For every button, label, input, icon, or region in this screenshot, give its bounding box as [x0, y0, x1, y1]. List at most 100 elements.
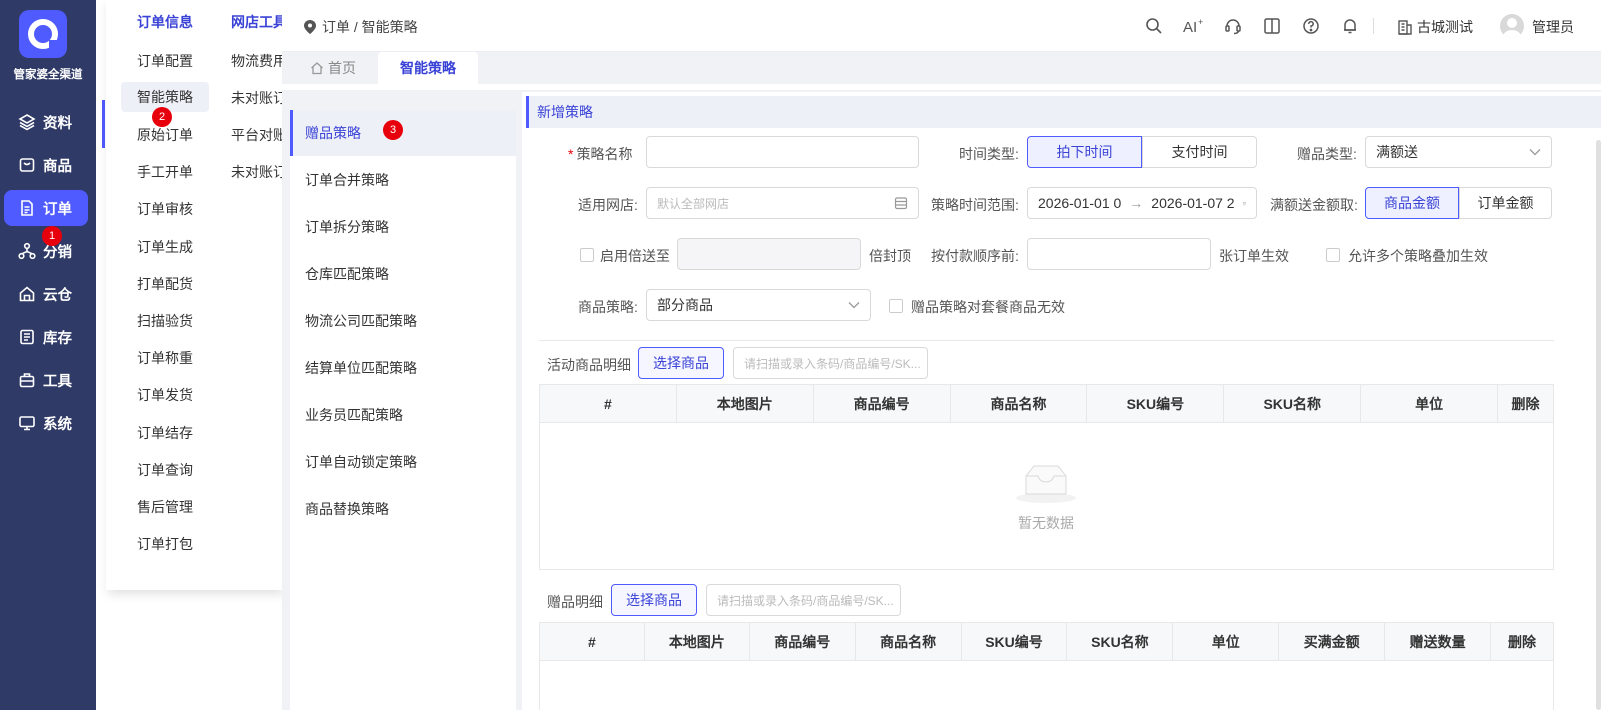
main-area: 订单 / 智能策略 AI + 古城测试 管理员 首页 智能策略 赠品策略 订单合并…: [282, 0, 1601, 710]
strategy-item[interactable]: 商品替换策略: [290, 486, 516, 532]
shop-placeholder: 默认全部网店: [657, 196, 730, 211]
amount-order[interactable]: 订单金额: [1459, 187, 1552, 219]
tab-underline: [282, 84, 1601, 90]
bell-icon[interactable]: [1341, 17, 1359, 35]
menu-item[interactable]: 订单称重: [137, 348, 193, 368]
time-type-toggle: 拍下时间 支付时间: [1027, 136, 1257, 168]
strategy-form-panel: 新增策略 * 策略名称 时间类型: 拍下时间 支付时间 赠品类型: 满额送 适用网…: [522, 92, 1601, 710]
menu-item[interactable]: 打单配货: [137, 274, 193, 294]
strategy-item[interactable]: 业务员匹配策略: [290, 392, 516, 438]
avatar[interactable]: [1500, 14, 1524, 38]
order-menu-panel: 订单信息 网店工具 订单配置 智能策略 原始订单 手工开单 订单审核 订单生成 …: [106, 0, 282, 590]
amount-source-label: 满额送金额取:: [1270, 197, 1358, 213]
gift-type-select[interactable]: 满额送: [1365, 136, 1552, 168]
multiply-input[interactable]: [677, 238, 861, 270]
support-icon[interactable]: [1224, 17, 1242, 35]
app-logo[interactable]: [19, 10, 67, 58]
menu-item[interactable]: 物流费用: [231, 51, 282, 71]
strategy-label: 物流公司匹配策略: [305, 313, 417, 329]
empty-text: 暂无数据: [1018, 515, 1074, 531]
nav-label: 商品: [43, 158, 72, 175]
book-icon[interactable]: [1263, 17, 1281, 35]
gift-select-goods-button[interactable]: 选择商品: [611, 584, 697, 616]
tab-smart-strategy[interactable]: 智能策略: [378, 52, 478, 84]
pay-order-input[interactable]: [1027, 238, 1211, 270]
date-range-arrow: →: [1129, 195, 1144, 211]
menu-item[interactable]: 订单查询: [137, 460, 193, 480]
column-header: 本地图片: [675, 384, 814, 423]
menu-item[interactable]: 订单审核: [137, 199, 193, 219]
menu-item[interactable]: 未对账订: [231, 88, 282, 108]
menu-item[interactable]: 订单结存: [137, 423, 193, 443]
nav-item-tools[interactable]: 工具: [4, 362, 88, 398]
date-range-picker[interactable]: 2026-01-01 0 → 2026-01-07 2: [1027, 187, 1257, 219]
menu-item[interactable]: 订单打包: [137, 534, 193, 554]
strategy-item[interactable]: 订单拆分策略: [290, 204, 516, 250]
nav-item-data[interactable]: 资料: [4, 104, 88, 140]
combo-checkbox[interactable]: [889, 299, 903, 313]
svg-text:AI: AI: [1183, 19, 1197, 35]
strategy-item[interactable]: 订单合并策略: [290, 157, 516, 203]
nav-item-inventory[interactable]: 库存: [4, 319, 88, 355]
menu-item[interactable]: 平台对账: [231, 125, 282, 145]
date-range-start: 2026-01-01 0: [1038, 195, 1122, 211]
ai-icon[interactable]: AI +: [1183, 17, 1205, 35]
gift-goods-table: # 本地图片 商品编号 商品名称 SKU编号 SKU名称 单位 买满金额 赠送数…: [539, 622, 1554, 710]
nav-item-system[interactable]: 系统: [4, 405, 88, 441]
gift-type-label: 赠品类型:: [1297, 146, 1357, 162]
nav-item-order[interactable]: 订单: [4, 190, 88, 226]
menu-item[interactable]: 订单配置: [137, 51, 193, 71]
shop-picker[interactable]: 默认全部网店: [646, 187, 919, 219]
menu-title-order-info: 订单信息: [137, 14, 193, 30]
step-badge-1: 1: [42, 226, 62, 246]
activity-goods-label: 活动商品明细: [547, 357, 631, 373]
shop-name-text: 古城测试: [1417, 19, 1473, 35]
menu-item[interactable]: 订单生成: [137, 237, 193, 257]
column-header: SKU编号: [960, 622, 1068, 661]
multiply-checkbox[interactable]: [580, 248, 594, 262]
column-header: 商品编号: [812, 384, 951, 423]
column-header: SKU名称: [1223, 384, 1362, 423]
nav-item-goods[interactable]: 商品: [4, 147, 88, 183]
menu-item[interactable]: 未对账订: [231, 162, 282, 182]
column-header: 单位: [1360, 384, 1499, 423]
menu-item[interactable]: 售后管理: [137, 497, 193, 517]
step-badge-3: 3: [383, 120, 403, 140]
strategy-name-input[interactable]: [646, 136, 919, 168]
strategy-item[interactable]: 仓库匹配策略: [290, 251, 516, 297]
menu-item[interactable]: 手工开单: [137, 162, 193, 182]
nav-label: 工具: [43, 373, 72, 390]
location-icon: [304, 20, 316, 34]
help-icon[interactable]: [1302, 17, 1320, 35]
time-type-order-time[interactable]: 拍下时间: [1027, 136, 1142, 168]
scrollbar[interactable]: [1596, 140, 1601, 710]
activity-select-goods-button[interactable]: 选择商品: [638, 347, 724, 379]
shop-switcher[interactable]: 古城测试: [1397, 17, 1473, 37]
topbar-divider: [1373, 18, 1374, 34]
column-header: 商品名称: [854, 622, 962, 661]
strategy-item[interactable]: 订单自动锁定策略: [290, 439, 516, 485]
strategy-item[interactable]: 结算单位匹配策略: [290, 345, 516, 391]
time-type-pay-time[interactable]: 支付时间: [1142, 136, 1257, 168]
strategy-item-gift[interactable]: 赠品策略: [290, 110, 516, 156]
amount-goods[interactable]: 商品金额: [1365, 187, 1459, 219]
goods-strategy-select[interactable]: 部分商品: [646, 289, 871, 321]
stack-checkbox[interactable]: [1326, 248, 1340, 262]
column-header: 买满金额: [1278, 622, 1386, 661]
menu-item[interactable]: 原始订单: [137, 125, 193, 145]
gift-goods-search[interactable]: 请扫描或录入条码/商品编号/SK...: [706, 584, 901, 616]
user-name[interactable]: 管理员: [1532, 17, 1574, 37]
menu-title-shop-tools: 网店工具: [231, 14, 282, 30]
strategy-item[interactable]: 物流公司匹配策略: [290, 298, 516, 344]
column-header: 删除: [1490, 622, 1554, 661]
menu-item[interactable]: 扫描验货: [137, 311, 193, 331]
distribution-icon: [18, 242, 36, 260]
calendar-icon: [1242, 201, 1246, 205]
column-header: 赠送数量: [1384, 622, 1492, 661]
menu-item[interactable]: 订单发货: [137, 385, 193, 405]
tab-home[interactable]: 首页: [304, 52, 362, 84]
nav-item-cloud-warehouse[interactable]: 云仓: [4, 276, 88, 312]
activity-goods-search[interactable]: 请扫描或录入条码/商品编号/SK...: [733, 347, 928, 379]
search-icon[interactable]: [1145, 17, 1163, 35]
empty-state: 暂无数据: [986, 462, 1106, 533]
